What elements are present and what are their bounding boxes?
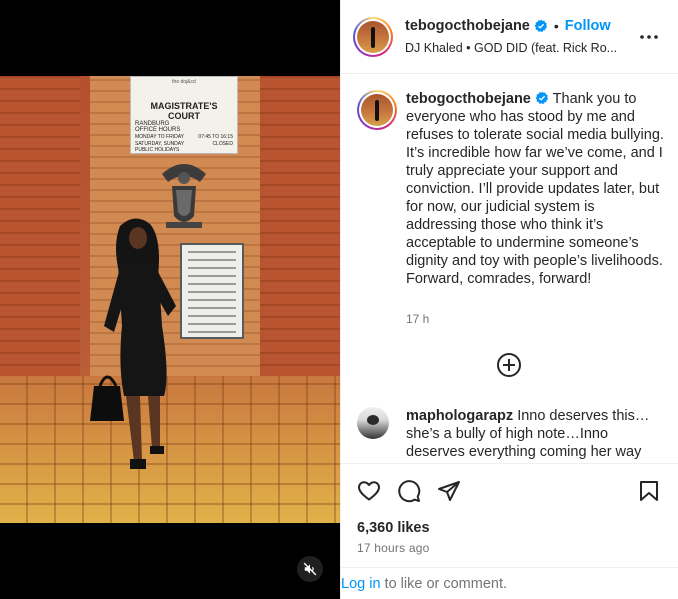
more-options-icon: [640, 35, 658, 39]
sign-court-name: MAGISTRATE'S COURT: [150, 101, 218, 121]
author-avatar[interactable]: [353, 17, 393, 57]
verified-badge-icon: [535, 91, 548, 105]
share-button[interactable]: [437, 479, 463, 505]
comment-button[interactable]: [397, 479, 423, 505]
court-sign: the doj&cd MAGISTRATE'S COURT RANDBURG O…: [130, 76, 238, 154]
brick-wall-right: [260, 76, 340, 376]
sign-weekend-status: CLOSED: [212, 141, 233, 147]
post-header: tebogocthobejane • Follow DJ Khaled • GO…: [341, 0, 678, 74]
sign-dept-line: the doj&cd: [172, 79, 196, 85]
share-icon: [438, 481, 460, 501]
person-figure: [90, 218, 176, 469]
likes-count[interactable]: 6,360 likes: [357, 520, 430, 536]
caption-text: Thank you to everyone who has stood by m…: [406, 91, 664, 287]
login-prompt-text: to like or comment.: [380, 576, 508, 592]
comment-icon: [398, 480, 421, 503]
sign-weekdays: MONDAY TO FRIDAY: [135, 134, 184, 140]
caption-timestamp[interactable]: 17 h: [406, 312, 429, 326]
commenter-avatar[interactable]: [357, 407, 389, 439]
like-button[interactable]: [357, 479, 383, 505]
muted-speaker-icon: [303, 562, 317, 576]
brick-wall-left: [0, 76, 80, 376]
caption-username[interactable]: tebogocthobejane: [406, 91, 531, 107]
commenter-username[interactable]: maphologarapz: [406, 408, 513, 424]
login-prompt: Log in to like or comment.: [341, 567, 678, 599]
plus-circle-icon: [497, 353, 521, 377]
post-media[interactable]: the doj&cd MAGISTRATE'S COURT RANDBURG O…: [0, 0, 340, 599]
author-username[interactable]: tebogocthobejane: [405, 18, 530, 34]
comment-text-block: maphologarapz Inno deserves this… she’s …: [406, 407, 668, 461]
heart-icon: [358, 481, 380, 501]
audio-track-link[interactable]: DJ Khaled • GOD DID (feat. Rick Ro...: [405, 41, 617, 55]
sign-office-hours: OFFICE HOURS: [135, 127, 181, 133]
post-sidebar: tebogocthobejane • Follow DJ Khaled • GO…: [340, 0, 678, 599]
more-options-button[interactable]: [637, 27, 661, 47]
verified-badge-icon: [534, 19, 547, 33]
sign-weekday-hours: 07:45 TO 16:15: [198, 134, 233, 140]
post-actions: 6,360 likes 17 hours ago: [341, 463, 678, 567]
load-more-comments-button[interactable]: [496, 352, 522, 378]
mute-toggle-button[interactable]: [297, 556, 323, 582]
bookmark-icon: [640, 481, 658, 501]
post-time-ago[interactable]: 17 hours ago: [357, 541, 429, 555]
login-link[interactable]: Log in: [341, 576, 381, 592]
caption-text-block: tebogocthobejane Thank you to everyone w…: [406, 90, 668, 288]
save-button[interactable]: [637, 479, 663, 505]
header-separator: •: [553, 18, 559, 34]
sign-weekend: SATURDAY, SUNDAY PUBLIC HOLIDAYS: [135, 141, 184, 153]
follow-button[interactable]: Follow: [565, 18, 611, 34]
caption-author-avatar[interactable]: [357, 90, 397, 130]
post-photo[interactable]: the doj&cd MAGISTRATE'S COURT RANDBURG O…: [0, 76, 340, 523]
